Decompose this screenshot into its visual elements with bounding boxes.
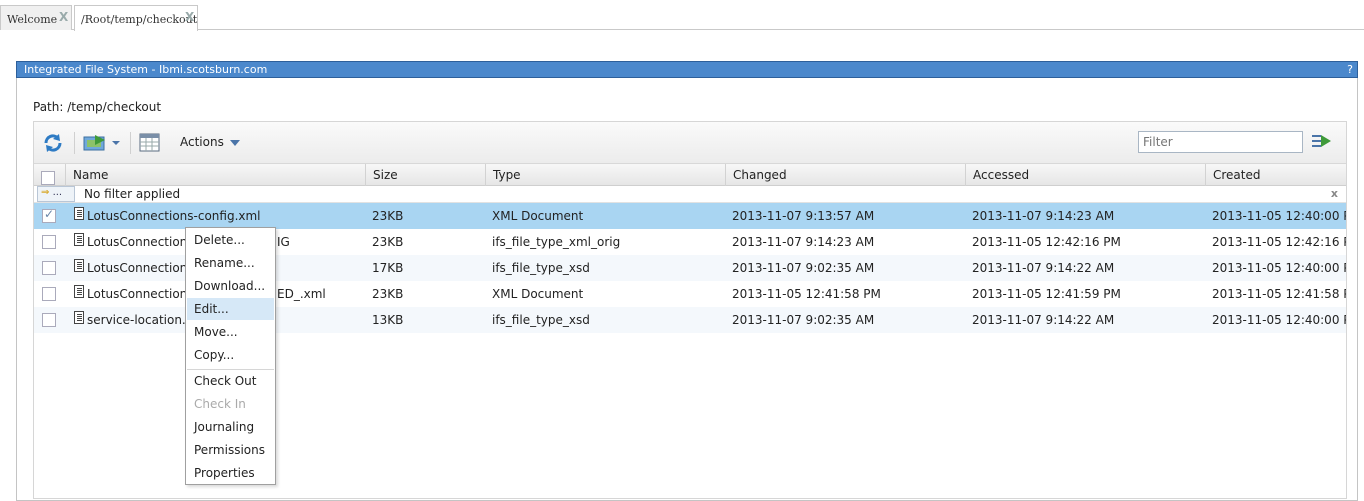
menu-item-copy[interactable]: Copy... [187,344,274,366]
menu-item-permissions[interactable]: Permissions [187,439,274,461]
cell-size: 23KB [372,209,404,223]
apply-filter-icon[interactable] [1310,130,1334,152]
cell-created: 2013-11-05 12:40:00 PM [1212,313,1346,327]
cell-type: XML Document [492,209,584,223]
path-label: Path: /temp/checkout [33,100,162,114]
toolbar-divider [74,132,75,154]
tab-welcome[interactable]: Welcome X [0,5,72,30]
column-header-changed[interactable]: Changed [725,164,965,186]
cell-type: XML Document [492,287,584,301]
cell-created: 2013-11-05 12:40:00 PM [1212,209,1346,223]
tab-bar: Welcome X /Root/temp/checkout X [0,0,1364,31]
panel-title: Integrated File System - Ibmi.scotsburn.… [24,63,268,76]
filter-button-label: ... [52,187,63,198]
column-header-accessed[interactable]: Accessed [965,164,1205,186]
filter-options-button[interactable]: ⇒ ... [37,186,75,202]
help-icon[interactable]: ? [1347,63,1353,76]
table-row[interactable]: LotusConnections-config.xml 23KB XML Doc… [34,203,1346,229]
tab-label: /Root/temp/checkout [81,13,198,26]
cell-changed: 2013-11-07 9:13:57 AM [732,209,875,223]
menu-item-rename[interactable]: Rename... [187,252,274,274]
cell-type: ifs_file_type_xsd [492,261,590,275]
menu-item-edit[interactable]: Edit... [187,298,274,320]
table-settings-icon[interactable] [138,131,162,155]
select-all-checkbox[interactable] [41,171,55,185]
cell-name[interactable]: LotusConnections [80,229,185,255]
cell-name[interactable]: LotusConnections [80,281,185,307]
panel-title-bar: Integrated File System - Ibmi.scotsburn.… [16,61,1358,78]
column-header-created[interactable]: Created [1205,164,1346,186]
cell-created: 2013-11-05 12:42:16 PM [1212,235,1346,249]
row-checkbox[interactable] [42,313,56,327]
filter-status: No filter applied [84,187,181,201]
cell-name[interactable]: LotusConnections [80,255,185,281]
toolbar-divider [130,132,131,154]
cell-size: 17KB [372,261,404,275]
row-checkbox[interactable] [42,287,56,301]
cell-accessed: 2013-11-07 9:14:23 AM [972,209,1115,223]
cell-name[interactable]: LotusConnections-config.xml [80,203,365,229]
cell-accessed: 2013-11-07 9:14:22 AM [972,261,1115,275]
menu-item-move[interactable]: Move... [187,321,274,343]
cell-size: 13KB [372,313,404,327]
cell-accessed: 2013-11-05 12:42:16 PM [972,235,1121,249]
cell-created: 2013-11-05 12:41:58 PM [1212,287,1346,301]
menu-item-journaling[interactable]: Journaling [187,416,274,438]
column-header-size[interactable]: Size [365,164,485,186]
cell-name[interactable]: service-location.x [80,307,185,333]
cell-name-tail: ED_.xml [277,287,326,301]
actions-label: Actions [180,135,224,149]
menu-item-check-out[interactable]: Check Out [187,370,274,392]
filter-input[interactable] [1138,131,1303,153]
filter-status-row: ⇒ ... No filter applied x [34,186,1346,203]
row-checkbox[interactable] [42,235,56,249]
cell-changed: 2013-11-07 9:02:35 AM [732,313,875,327]
tab-root-temp-checkout[interactable]: /Root/temp/checkout X [74,5,198,31]
menu-item-download[interactable]: Download... [187,275,274,297]
chevron-down-icon [229,139,240,146]
actions-menu-button[interactable]: Actions [180,135,240,149]
close-icon[interactable]: X [59,10,68,24]
new-item-dropdown-icon[interactable] [82,132,124,154]
menu-item-check-in: Check In [194,397,246,411]
cell-accessed: 2013-11-07 9:14:22 AM [972,313,1115,327]
row-checkbox[interactable] [42,261,56,275]
cell-accessed: 2013-11-05 12:41:59 PM [972,287,1121,301]
cell-type: ifs_file_type_xsd [492,313,590,327]
menu-item-delete[interactable]: Delete... [187,229,274,251]
cell-created: 2013-11-05 12:40:00 PM [1212,261,1346,275]
refresh-icon[interactable] [40,131,66,155]
column-header-type[interactable]: Type [485,164,725,186]
cell-size: 23KB [372,287,404,301]
context-menu: Delete... Rename... Download... Edit... … [185,227,276,485]
cell-type: ifs_file_type_xml_orig [492,235,621,249]
tab-label: Welcome [7,13,58,26]
filter-arrow-icon: ⇒ [41,187,50,198]
cell-size: 23KB [372,235,404,249]
column-header-name[interactable]: Name [65,164,365,186]
close-icon[interactable]: X [185,10,194,24]
cell-changed: 2013-11-07 9:14:23 AM [732,235,875,249]
cell-changed: 2013-11-07 9:02:35 AM [732,261,875,275]
row-checkbox[interactable] [42,207,56,223]
cell-changed: 2013-11-05 12:41:58 PM [732,287,881,301]
clear-filter-icon[interactable]: x [1331,187,1338,200]
menu-item-properties[interactable]: Properties [187,462,274,484]
grid-header: Name Size Type Changed Accessed Created [34,164,1346,186]
cell-name-tail: IG [277,235,290,249]
